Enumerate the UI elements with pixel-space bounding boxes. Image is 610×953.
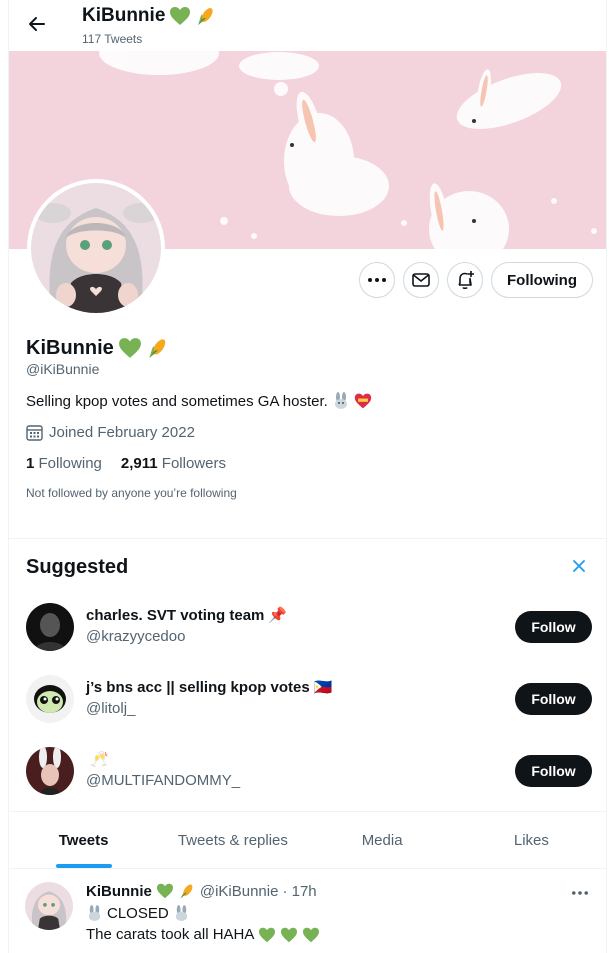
follow-button[interactable]: Follow (515, 611, 592, 643)
suggested-avatar[interactable] (26, 603, 74, 651)
tweet-avatar[interactable] (25, 882, 73, 930)
following-stat[interactable]: 1 Following (26, 455, 102, 472)
profile-bio: Selling kpop votes and sometimes GA host… (26, 392, 372, 410)
suggested-handle: @MULTIFANDOMMY_ (86, 772, 241, 789)
joined-date: Joined February 2022 (26, 424, 195, 441)
more-dots-icon (368, 278, 386, 282)
tab-likes[interactable]: Likes (457, 812, 606, 868)
dark-portrait-avatar-image (26, 603, 74, 651)
profile-avatar[interactable] (27, 179, 165, 317)
profile-tabs: Tweets Tweets & replies Media Likes (9, 812, 606, 868)
tweet-author-handle[interactable]: @iKiBunnie (200, 883, 279, 900)
green-heart-icon (170, 7, 191, 25)
suggested-name: j’s bns acc || selling kpop votes 🇵🇭 (86, 678, 333, 697)
tab-tweets[interactable]: Tweets (9, 812, 158, 868)
tweet-author-name[interactable]: KiBunnie (86, 883, 152, 900)
green-heart-icon (118, 338, 141, 358)
anime-girl-avatar-image (25, 882, 73, 930)
notifications-button[interactable] (447, 262, 483, 298)
more-options-button[interactable] (359, 262, 395, 298)
tab-media[interactable]: Media (308, 812, 457, 868)
bell-plus-icon (458, 271, 474, 290)
suggested-name: charles. SVT voting team 📌 (86, 606, 288, 625)
tweet-header: KiBunnie @iKiBunnie · 17h (86, 882, 317, 900)
anime-girl-avatar-image (31, 183, 161, 313)
suggested-title: Suggested (26, 556, 129, 578)
heart-with-ribbon-icon (354, 393, 372, 409)
profile-page: KiBunnie 117 Tweets Following KiBunnie @… (8, 0, 607, 953)
more-dots-icon (572, 891, 588, 895)
philippines-flag-icon: 🇵🇭 (313, 679, 333, 696)
cartoon-character-avatar-image (26, 675, 74, 723)
rabbit-icon (334, 392, 347, 409)
corn-icon (149, 339, 166, 358)
suggested-handle: @krazyycedoo (86, 628, 186, 645)
suggested-user[interactable]: charles. SVT voting team 📌 @krazyycedoo … (9, 603, 606, 675)
corn-icon (198, 8, 214, 25)
green-heart-icon (259, 927, 276, 942)
close-icon[interactable] (571, 558, 587, 574)
suggested-avatar[interactable] (26, 747, 74, 795)
message-button[interactable] (403, 262, 439, 298)
calendar-icon (26, 425, 43, 441)
profile-handle: @iKiBunnie (26, 361, 100, 377)
rabbit-icon (88, 905, 101, 922)
tab-tweets-replies[interactable]: Tweets & replies (158, 812, 307, 868)
suggested-handle: @litolj_ (86, 700, 136, 717)
pushpin-icon: 📌 (268, 607, 288, 624)
suggested-user[interactable]: j’s bns acc || selling kpop votes 🇵🇭 @li… (9, 675, 606, 747)
tweet-text-line: CLOSED (86, 905, 190, 922)
corn-icon (180, 884, 193, 899)
tweet-time[interactable]: · 17h (282, 883, 316, 900)
tweet-count: 117 Tweets (82, 32, 143, 46)
rabbit-icon (175, 905, 187, 922)
followers-stat[interactable]: 2,911 Followers (121, 455, 226, 472)
suggested-user[interactable]: 🥂 @MULTIFANDOMMY_ Follow (9, 747, 606, 819)
envelope-icon (412, 273, 430, 287)
not-followed-note: Not followed by anyone you’re following (26, 486, 237, 500)
divider (9, 868, 606, 869)
bunny-ears-portrait-avatar-image (26, 747, 74, 795)
following-button[interactable]: Following (491, 262, 593, 298)
clinking-glasses-icon: 🥂 (90, 751, 109, 768)
back-button[interactable] (23, 10, 51, 38)
follow-button[interactable]: Follow (515, 683, 592, 715)
suggested-name: 🥂 (86, 750, 109, 768)
profile-name: KiBunnie (26, 336, 170, 360)
green-heart-icon (281, 927, 298, 942)
green-heart-icon (156, 883, 173, 899)
divider (9, 538, 606, 539)
follow-stats: 1 Following 2,911 Followers (26, 455, 226, 472)
top-bar: KiBunnie 117 Tweets (9, 0, 606, 51)
tweet-text-line: The carats took all HAHA (86, 926, 320, 943)
green-heart-icon (303, 927, 320, 942)
top-profile-name: KiBunnie (82, 5, 217, 27)
suggested-avatar[interactable] (26, 675, 74, 723)
arrow-left-icon (29, 17, 45, 31)
tweet-more-button[interactable] (572, 882, 588, 900)
follow-button[interactable]: Follow (515, 755, 592, 787)
